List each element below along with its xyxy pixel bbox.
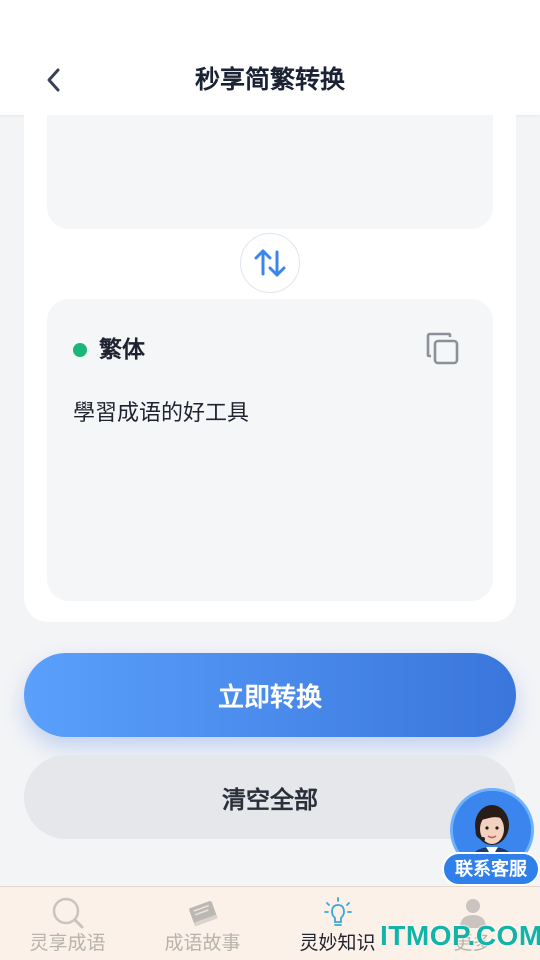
copy-icon (426, 332, 459, 365)
customer-service-label: 联系客服 (442, 852, 540, 886)
copy-button[interactable] (423, 329, 463, 369)
lightbulb-icon (323, 897, 352, 926)
status-dot (73, 343, 87, 357)
tab-idiom-search[interactable]: 灵享成语 (0, 887, 135, 960)
page-title: 秒享简繁转换 (194, 66, 345, 94)
tab-idiom-stories[interactable]: 成语故事 (135, 887, 270, 960)
swap-arrows-icon (254, 249, 286, 277)
swap-button[interactable] (240, 233, 300, 293)
search-icon (52, 897, 83, 929)
customer-service-button[interactable]: 联系客服 (442, 786, 540, 886)
book-icon (188, 901, 218, 927)
result-panel: 繁体 學習成语的好工具 (47, 299, 493, 601)
converter-card: 繁体 學習成语的好工具 (24, 115, 516, 622)
result-text: 學習成语的好工具 (73, 400, 250, 425)
convert-button[interactable]: 立即转换 (24, 653, 516, 737)
result-label: 繁体 (99, 336, 145, 362)
tab-label: 灵享成语 (29, 933, 106, 954)
top-bar: 秒享简繁转换 (0, 0, 540, 115)
watermark-text: ITMOP.COM (380, 920, 540, 951)
tab-label: 成语故事 (164, 933, 241, 954)
source-text-area[interactable] (47, 115, 493, 229)
